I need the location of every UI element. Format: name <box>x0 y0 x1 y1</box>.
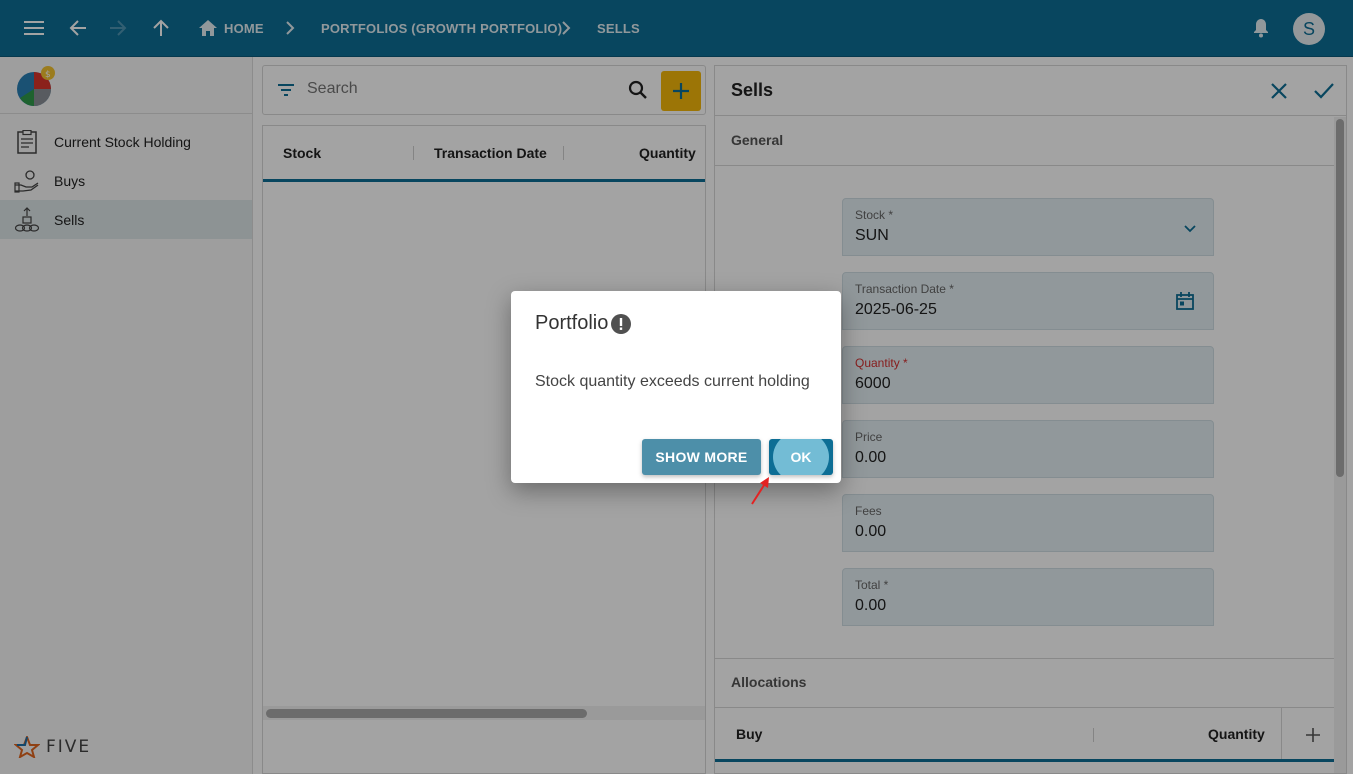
pointer-arrow-icon <box>751 477 769 505</box>
show-more-button[interactable]: SHOW MORE <box>642 439 761 475</box>
dialog-title: Portfolio <box>535 312 632 335</box>
exclamation-icon <box>610 313 632 335</box>
alert-dialog: Portfolio Stock quantity exceeds current… <box>511 291 841 483</box>
ok-button[interactable]: OK <box>769 439 833 475</box>
dialog-message: Stock quantity exceeds current holding <box>535 373 810 390</box>
